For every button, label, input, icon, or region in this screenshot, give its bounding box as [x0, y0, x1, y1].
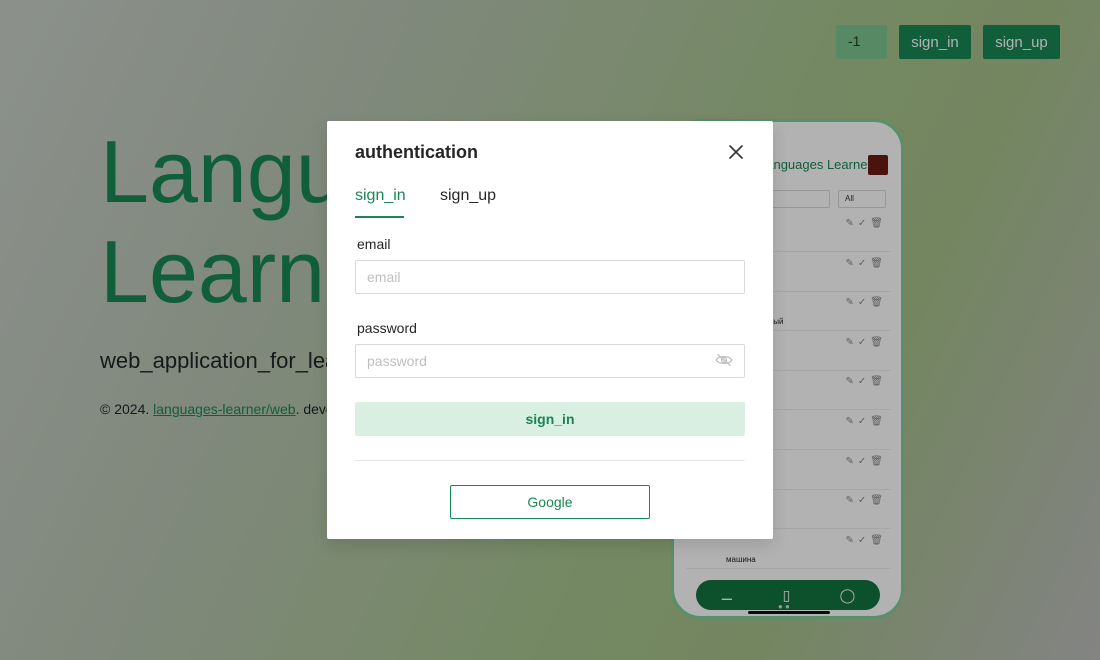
- auth-tabs: sign_in sign_up: [355, 187, 745, 219]
- tab-sign-up[interactable]: sign_up: [440, 187, 496, 205]
- close-icon[interactable]: [725, 141, 747, 163]
- email-field[interactable]: [355, 260, 745, 294]
- password-field[interactable]: [355, 344, 745, 378]
- auth-modal: authentication sign_in sign_up email pas…: [327, 121, 773, 539]
- divider: [355, 460, 745, 461]
- email-label: email: [357, 236, 391, 252]
- active-tab-indicator: [355, 216, 404, 218]
- sign-in-submit-button[interactable]: sign_in: [355, 402, 745, 436]
- tab-sign-in[interactable]: sign_in: [355, 187, 406, 205]
- google-sign-in-button[interactable]: Google: [450, 485, 650, 519]
- password-label: password: [357, 320, 417, 336]
- eye-invisible-icon[interactable]: [715, 353, 733, 367]
- modal-title: authentication: [355, 142, 479, 162]
